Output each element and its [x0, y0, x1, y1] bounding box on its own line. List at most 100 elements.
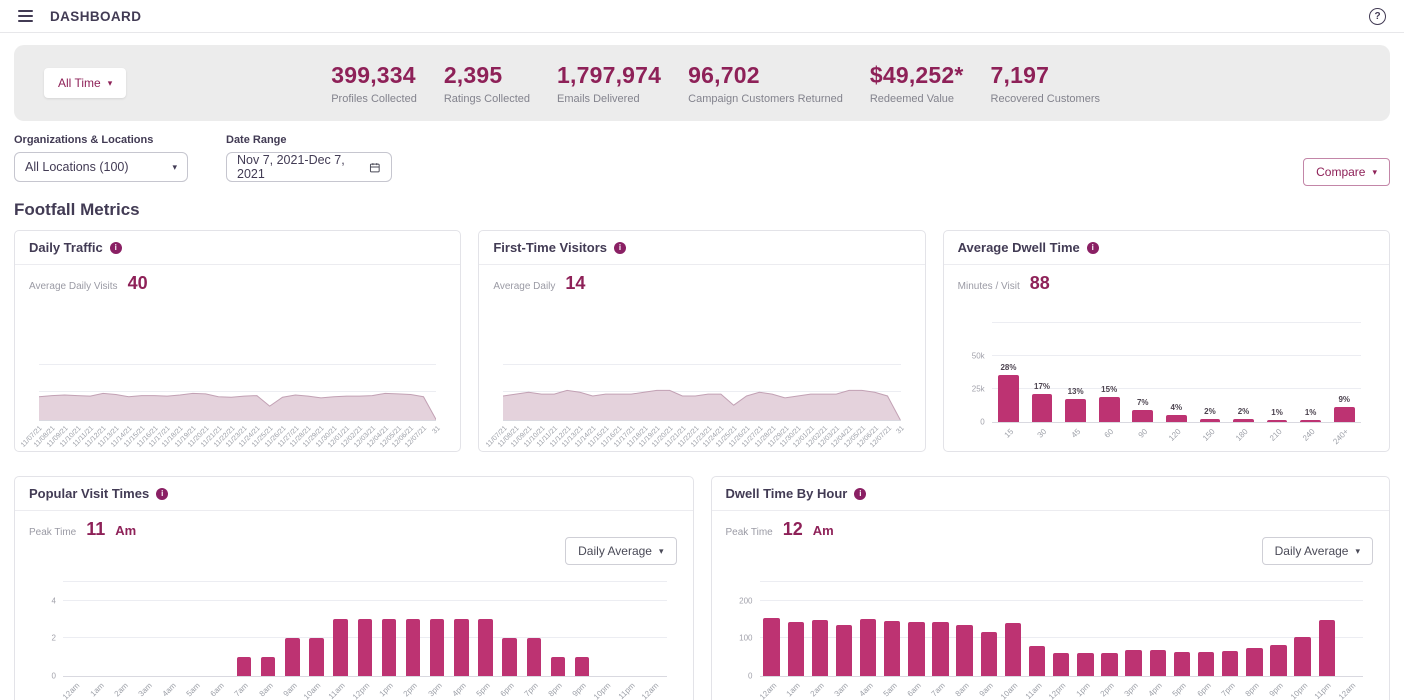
x-axis-label-text: 3am — [136, 681, 153, 698]
x-axis-label-text: 3pm — [1123, 681, 1140, 698]
bar-slot — [1001, 582, 1025, 676]
caret-down-icon: ▾ — [108, 79, 113, 88]
x-axis-label-text: 9am — [978, 681, 995, 698]
bar[interactable] — [1125, 650, 1141, 676]
caret-down-icon: ▾ — [659, 547, 664, 556]
daily-average-dropdown[interactable]: Daily Average ▾ — [565, 537, 676, 565]
bar[interactable] — [1150, 650, 1166, 676]
x-axis-label-text: 10pm — [1288, 681, 1309, 700]
bar[interactable] — [551, 657, 565, 676]
bar[interactable] — [333, 619, 347, 676]
bar[interactable] — [1005, 623, 1021, 676]
locations-dropdown[interactable]: All Locations (100) ▾ — [14, 152, 188, 182]
x-axis-label-text: 10am — [999, 681, 1020, 700]
bar-slot — [111, 582, 135, 676]
bar[interactable] — [527, 638, 541, 676]
bar[interactable] — [285, 638, 299, 676]
bar[interactable] — [1319, 620, 1335, 676]
hamburger-menu-icon[interactable] — [18, 10, 33, 22]
daily-average-dropdown[interactable]: Daily Average ▾ — [1262, 537, 1373, 565]
bar[interactable] — [763, 618, 779, 676]
bar[interactable] — [1300, 420, 1321, 422]
bar[interactable] — [309, 638, 323, 676]
bar[interactable] — [1267, 420, 1288, 422]
bar-slot: 17% — [1025, 323, 1059, 422]
info-icon[interactable]: i — [1087, 242, 1099, 254]
bar[interactable] — [1174, 652, 1190, 676]
bar-slot — [1146, 582, 1170, 676]
bar[interactable] — [1200, 419, 1221, 422]
bar[interactable] — [478, 619, 492, 676]
bar-slot — [304, 582, 328, 676]
bar-slot — [280, 582, 304, 676]
help-icon[interactable]: ? — [1369, 8, 1386, 25]
bar[interactable] — [812, 620, 828, 676]
bar[interactable] — [1099, 397, 1120, 422]
info-icon[interactable]: i — [854, 488, 866, 500]
bar[interactable] — [1198, 652, 1214, 676]
metric-label: Peak Time — [726, 527, 773, 538]
x-axis-label-text: 60 — [1103, 427, 1116, 440]
bar-slot — [256, 582, 280, 676]
bar[interactable] — [998, 375, 1019, 422]
bar[interactable] — [1065, 399, 1086, 422]
x-axis-label-text: 4pm — [1147, 681, 1164, 698]
date-range-label: Date Range — [226, 134, 392, 146]
bar[interactable] — [1233, 419, 1254, 422]
bar-slot — [87, 582, 111, 676]
bar[interactable] — [981, 632, 997, 676]
info-icon[interactable]: i — [614, 242, 626, 254]
bar[interactable] — [836, 625, 852, 676]
bar-slot — [473, 582, 497, 676]
y-axis-tick-label: 200 — [739, 596, 752, 605]
x-axis-label-text: 1am — [88, 681, 105, 698]
bar-series: 28%17%13%15%7%4%2%2%1%1%9% — [992, 323, 1361, 422]
bar[interactable] — [575, 657, 589, 676]
info-icon[interactable]: i — [110, 242, 122, 254]
x-axis-label-text: 15 — [1002, 427, 1015, 440]
first-time-visitors-card: First-Time Visitors i Average Daily 14 1… — [478, 230, 925, 452]
bar[interactable] — [860, 619, 876, 676]
bar[interactable] — [932, 622, 948, 676]
bar[interactable] — [358, 619, 372, 676]
bar[interactable] — [1101, 653, 1117, 676]
metric-row: Minutes / Visit 88 — [958, 273, 1375, 294]
bar[interactable] — [1270, 645, 1286, 676]
bar[interactable] — [908, 622, 924, 676]
bar-slot — [498, 582, 522, 676]
time-filter-dropdown[interactable]: All Time ▾ — [44, 68, 126, 98]
bar[interactable] — [788, 622, 804, 676]
bar[interactable] — [1132, 410, 1153, 422]
bar[interactable] — [1294, 637, 1310, 676]
bar[interactable] — [884, 621, 900, 676]
compare-button[interactable]: Compare ▾ — [1303, 158, 1390, 186]
bar[interactable] — [1166, 415, 1187, 422]
bar[interactable] — [1222, 651, 1238, 676]
bar[interactable] — [454, 619, 468, 676]
x-axis-label-text: 11am — [1023, 681, 1043, 700]
bar[interactable] — [1246, 648, 1262, 676]
y-axis-tick-label: 100 — [739, 634, 752, 643]
bar[interactable] — [261, 657, 275, 676]
x-axis-label-text: 12am — [61, 681, 82, 700]
bar[interactable] — [956, 625, 972, 676]
date-range-input[interactable]: Nov 7, 2021-Dec 7, 2021 — [226, 152, 392, 182]
card-title: Dwell Time By Hour — [726, 486, 848, 501]
bar[interactable] — [502, 638, 516, 676]
x-axis-label-text: 9am — [281, 681, 298, 698]
bar[interactable] — [237, 657, 251, 676]
bar[interactable] — [1053, 653, 1069, 676]
bar[interactable] — [1334, 407, 1355, 422]
daily-traffic-chart: 11/07/2111/08/2111/09/2111/10/2111/11/21… — [39, 359, 436, 451]
calendar-icon — [369, 161, 381, 174]
bar-slot — [784, 582, 808, 676]
bar[interactable] — [382, 619, 396, 676]
bar[interactable] — [1029, 646, 1045, 676]
info-icon[interactable]: i — [156, 488, 168, 500]
x-axis-label-text: 11pm — [617, 681, 637, 700]
bar[interactable] — [1077, 653, 1093, 676]
bar[interactable] — [430, 619, 444, 676]
bar[interactable] — [1032, 394, 1053, 422]
bar[interactable] — [406, 619, 420, 676]
bar-slot: 1% — [1260, 323, 1294, 422]
